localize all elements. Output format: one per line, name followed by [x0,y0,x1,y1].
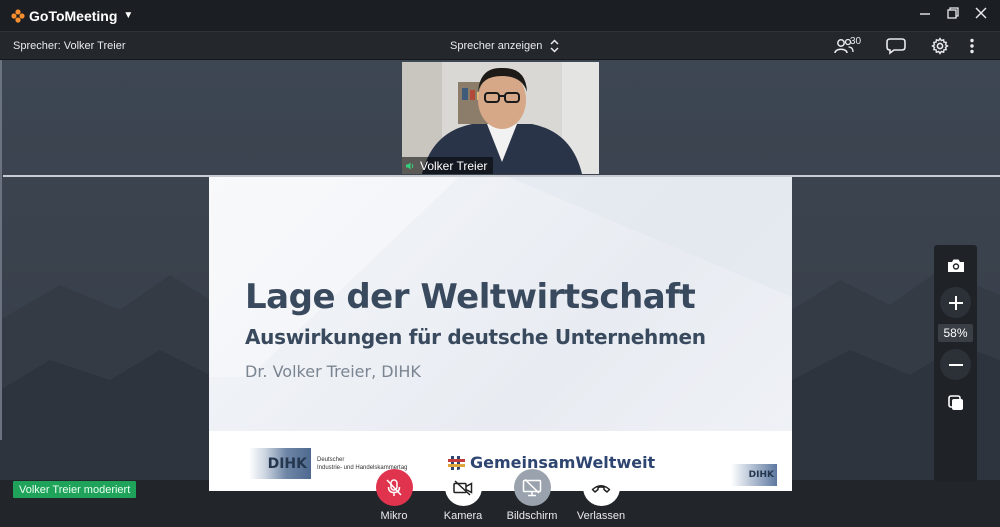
webcam-name-tag: Volker Treier [402,157,494,174]
chevron-down-icon: ▼ [123,10,134,21]
zoom-in-button[interactable] [940,287,971,318]
more-vertical-icon [970,38,974,54]
webcam-tile[interactable]: Volker Treier [402,62,599,174]
slide-author: Dr. Volker Treier, DIHK [245,362,421,381]
leave-control[interactable]: Verlassen [566,469,636,522]
camera-button[interactable] [444,469,482,506]
camera-control[interactable]: Kamera [428,469,498,522]
camera-label: Kamera [443,510,483,522]
plus-icon [948,295,963,310]
gotomeeting-logo-icon [11,8,25,23]
dihk-logo-line1: Deutscher [317,456,345,463]
close-button[interactable] [974,6,988,20]
app-name: GoToMeeting [29,7,118,24]
screen-share-off-icon [522,478,542,496]
mic-muted-icon [386,478,402,496]
attendee-count: 30 [850,36,862,47]
slide-subtitle: Auswirkungen für deutsche Unternehmen [245,325,706,349]
minus-icon [948,363,963,366]
slide-title: Lage der Weltwirtschaft [245,277,696,317]
zoom-panel: 58% [934,245,977,482]
title-bar: GoToMeeting ▼ [0,0,1000,31]
view-mode-selector[interactable]: Sprecher anzeigen [450,39,559,53]
app-menu[interactable]: GoToMeeting ▼ [11,8,133,24]
gear-icon [931,37,949,55]
mic-control[interactable]: Mikro [359,469,429,522]
settings-button[interactable] [922,36,958,56]
fit-screen-button[interactable] [940,387,971,418]
camera-icon [947,259,964,272]
more-options-button[interactable] [958,36,986,56]
meeting-controls: Mikro Kamera Bildschirm Verlassen [0,469,1000,527]
copy-windows-icon [947,394,963,410]
chat-button[interactable] [870,36,922,56]
webcam-participant-name: Volker Treier [420,158,488,173]
up-down-chevron-icon [550,39,559,53]
view-mode-label: Sprecher anzeigen [450,40,543,52]
stage-border [0,60,2,440]
current-speaker-label: Sprecher: Volker Treier [13,40,126,52]
zoom-out-button[interactable] [940,349,971,380]
shared-screen: Lage der Weltwirtschaft Auswirkungen für… [209,177,792,491]
camera-off-icon [453,479,473,496]
screen-share-button[interactable] [513,469,551,506]
mic-label: Mikro [380,510,408,522]
screen-share-control[interactable]: Bildschirm [497,469,567,522]
restore-button[interactable] [946,6,960,20]
leave-label: Verlassen [576,510,626,522]
minimize-button[interactable] [918,6,932,20]
screen-share-label: Bildschirm [506,510,558,522]
snapshot-button[interactable] [940,250,971,281]
meeting-stage: Volker Treier Lage der Weltwirtschaft Au… [0,60,1000,527]
chat-bubble-icon [886,38,906,55]
meeting-toolbar: Sprecher: Volker Treier Sprecher anzeige… [0,31,1000,60]
mic-button[interactable] [375,469,413,506]
leave-button[interactable] [582,469,620,506]
attendees-button[interactable]: 30 [818,36,870,56]
zoom-level: 58% [938,324,973,342]
speaker-audio-icon [406,162,414,169]
hang-up-icon [591,484,611,493]
